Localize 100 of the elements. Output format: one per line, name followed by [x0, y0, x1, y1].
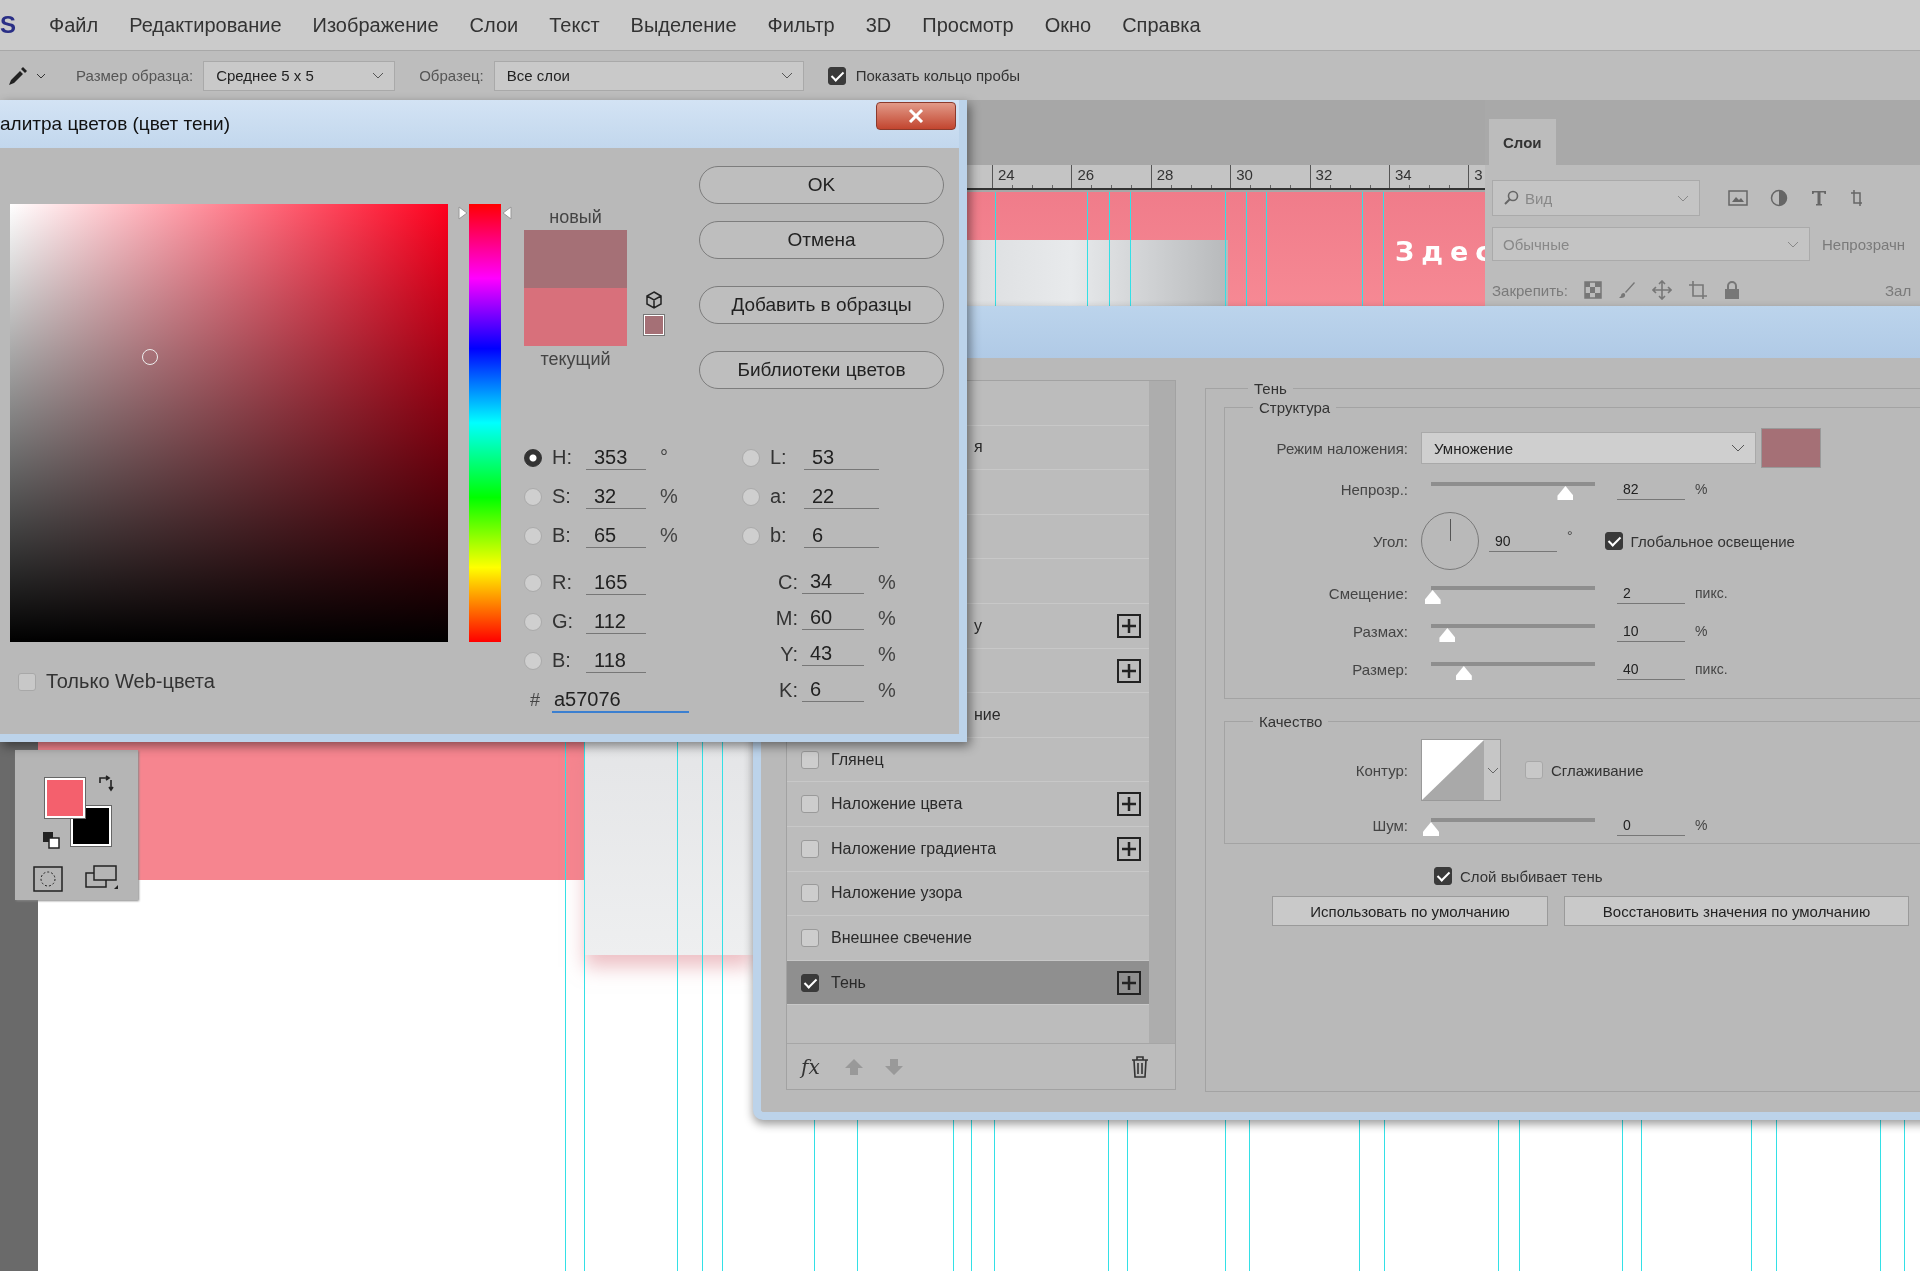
swap-arrows-icon[interactable]: [97, 775, 115, 793]
radio-button[interactable]: [524, 651, 542, 670]
quick-mask-icon[interactable]: [33, 866, 63, 892]
value-field[interactable]: 6: [804, 523, 879, 548]
web-safe-swatch[interactable]: [644, 315, 664, 335]
plus-icon[interactable]: [1117, 792, 1141, 817]
menu-item[interactable]: Выделение: [630, 13, 737, 37]
hue-slider[interactable]: [469, 204, 501, 642]
blend-mode-dropdown[interactable]: Умножение: [1421, 432, 1756, 464]
slider-thumb[interactable]: [1424, 590, 1441, 604]
radio-button[interactable]: [524, 448, 542, 467]
slider-thumb[interactable]: [1455, 666, 1472, 680]
radio-button[interactable]: [524, 487, 542, 506]
panel-tab[interactable]: Слои: [1489, 119, 1556, 165]
style-list-item[interactable]: Внешнее свечение: [787, 916, 1149, 961]
artboard-icon[interactable]: [1688, 280, 1708, 300]
radio-button[interactable]: [742, 448, 760, 467]
type-icon[interactable]: [1810, 189, 1828, 207]
effects-button[interactable]: fx: [797, 1054, 824, 1079]
checkbox[interactable]: [801, 795, 819, 814]
value-field[interactable]: 53: [804, 445, 879, 470]
checkbox[interactable]: [1604, 532, 1623, 550]
crop-icon[interactable]: [1850, 189, 1862, 207]
value-field[interactable]: 43: [802, 642, 864, 666]
checkbox[interactable]: [801, 750, 819, 769]
slider-thumb[interactable]: [1423, 822, 1439, 836]
checkbox[interactable]: [18, 672, 36, 691]
menu-item[interactable]: Просмотр: [922, 13, 1014, 37]
close-button[interactable]: [876, 102, 956, 130]
value-field[interactable]: 65: [586, 523, 646, 548]
value-field[interactable]: 10: [1617, 620, 1685, 642]
value-field[interactable]: 82: [1617, 478, 1685, 500]
trash-icon[interactable]: [1131, 1055, 1149, 1078]
style-list-item[interactable]: Наложение градиента: [787, 826, 1149, 872]
dialog-button[interactable]: Использовать по умолчанию: [1272, 896, 1548, 926]
dialog-button[interactable]: Библиотеки цветов: [699, 351, 944, 389]
up-arrow-icon[interactable]: [843, 1057, 864, 1076]
value-field[interactable]: 2: [1617, 582, 1685, 604]
value-field[interactable]: 112: [586, 609, 646, 634]
checker-icon[interactable]: [1584, 281, 1602, 299]
caret-icon[interactable]: [36, 72, 46, 79]
half-circle-icon[interactable]: [1770, 189, 1788, 207]
style-list-item[interactable]: Тень: [787, 960, 1149, 1006]
shadow-color-swatch[interactable]: [1761, 428, 1821, 468]
value-field[interactable]: 353: [586, 445, 646, 470]
sample-size-dropdown[interactable]: Среднее 5 x 5: [203, 60, 396, 91]
hex-field[interactable]: a57076: [552, 687, 689, 713]
plus-icon[interactable]: [1117, 613, 1141, 638]
screen-mode-icon[interactable]: [85, 864, 119, 892]
menu-item[interactable]: Окно: [1044, 13, 1092, 37]
value-field[interactable]: 165: [586, 570, 646, 595]
style-list-item[interactable]: Наложение узора: [787, 871, 1149, 917]
value-field[interactable]: 34: [802, 570, 864, 594]
value-field[interactable]: 40: [1617, 658, 1685, 680]
plus-icon[interactable]: [1117, 658, 1141, 683]
checkbox[interactable]: [801, 839, 819, 858]
default-colors-icon[interactable]: [42, 831, 60, 849]
dialog-button[interactable]: Восстановить значения по умолчанию: [1564, 896, 1909, 926]
radio-button[interactable]: [742, 526, 760, 545]
checkbox[interactable]: [827, 66, 846, 85]
contour-picker[interactable]: [1421, 739, 1501, 801]
brush-icon[interactable]: [1618, 281, 1636, 299]
radio-button[interactable]: [524, 612, 542, 631]
dialog-button[interactable]: Отмена: [699, 221, 944, 259]
scrollbar[interactable]: [1149, 381, 1175, 1043]
menu-item[interactable]: Файл: [49, 13, 99, 37]
value-field[interactable]: 6: [802, 678, 864, 702]
plus-icon[interactable]: [1117, 836, 1141, 861]
down-arrow-icon[interactable]: [883, 1057, 904, 1076]
radio-button[interactable]: [742, 487, 760, 506]
checkbox[interactable]: [1434, 867, 1452, 885]
plus-icon[interactable]: [1117, 970, 1141, 995]
slider-thumb[interactable]: [1439, 628, 1456, 642]
move-icon[interactable]: [1652, 280, 1672, 300]
menu-item[interactable]: Текст: [549, 13, 600, 37]
cube-icon[interactable]: [645, 291, 663, 309]
checkbox[interactable]: [801, 928, 819, 947]
value-field[interactable]: 118: [586, 648, 646, 673]
dialog-button[interactable]: Добавить в образцы: [699, 286, 944, 324]
value-field[interactable]: 22: [804, 484, 879, 509]
menu-item[interactable]: Изображение: [312, 13, 439, 37]
checkbox[interactable]: [1525, 761, 1543, 779]
menu-item[interactable]: Слои: [469, 13, 519, 37]
dialog-button[interactable]: OK: [699, 166, 944, 204]
checkbox[interactable]: [801, 884, 819, 903]
radio-button[interactable]: [524, 526, 542, 545]
value-field[interactable]: 60: [802, 606, 864, 630]
value-field[interactable]: 90: [1489, 530, 1557, 552]
menu-item[interactable]: 3D: [865, 13, 892, 37]
lock-icon[interactable]: [1724, 281, 1740, 299]
sample-dropdown[interactable]: Все слои: [493, 60, 804, 91]
radio-button[interactable]: [524, 573, 542, 592]
value-field[interactable]: 0: [1617, 814, 1685, 836]
value-field[interactable]: 32: [586, 484, 646, 509]
slider-thumb[interactable]: [1557, 486, 1574, 500]
menu-item[interactable]: Редактирование: [129, 13, 282, 37]
style-list-item[interactable]: Наложение цвета: [787, 782, 1149, 827]
menu-item[interactable]: Справка: [1122, 13, 1201, 37]
color-field[interactable]: [10, 204, 448, 642]
image-icon[interactable]: [1728, 190, 1748, 206]
